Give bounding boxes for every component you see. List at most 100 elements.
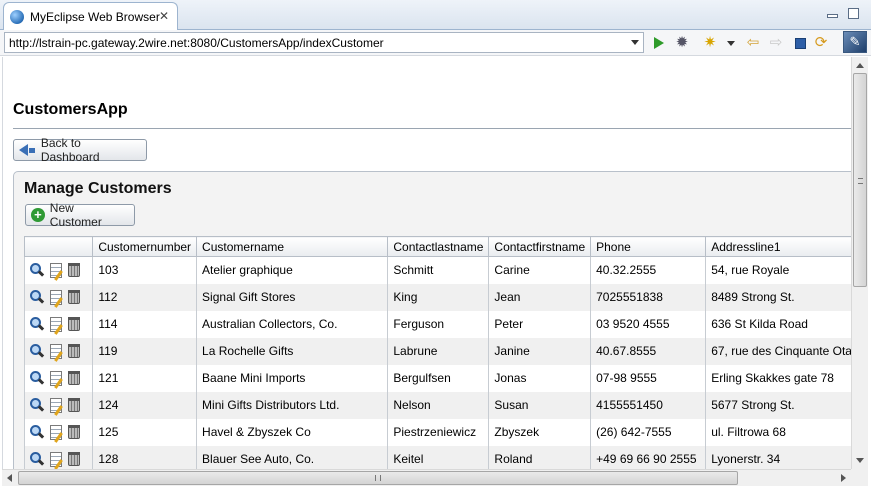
delete-icon[interactable]: [68, 344, 80, 358]
horizontal-scrollbar[interactable]: [2, 469, 851, 486]
cell-phone: 07-98 9555: [590, 364, 707, 392]
cell-addressline1: 5677 Strong St.: [705, 391, 851, 419]
url-text: http://lstrain-pc.gateway.2wire.net:8080…: [9, 35, 384, 50]
scrollbar-corner: [851, 469, 868, 486]
forward-icon[interactable]: ⇨: [768, 35, 784, 51]
star-icon[interactable]: ✷: [702, 35, 718, 51]
row-actions: [23, 256, 94, 284]
row-actions: [23, 391, 94, 419]
cell-phone: 40.32.2555: [590, 256, 707, 284]
cell-phone: 40.67.8555: [590, 337, 707, 365]
vertical-scrollbar[interactable]: [851, 57, 868, 469]
back-to-dashboard-button[interactable]: Back to Dashboard: [13, 136, 147, 164]
vertical-scroll-thumb[interactable]: [853, 73, 867, 287]
view-icon[interactable]: [30, 290, 44, 304]
new-customer-label: New Customer: [49, 201, 102, 229]
refresh-icon[interactable]: ⟳: [813, 35, 829, 51]
cell-addressline1: 54, rue Royale: [705, 256, 851, 284]
cell-customernumber: 103: [92, 256, 198, 284]
delete-icon[interactable]: [68, 371, 80, 385]
scroll-right-icon[interactable]: [841, 474, 846, 482]
cell-customernumber: 114: [92, 310, 198, 338]
go-icon[interactable]: [651, 35, 667, 51]
title-divider: [13, 128, 851, 129]
delete-icon[interactable]: [68, 263, 80, 278]
chevron-down-icon[interactable]: [723, 35, 739, 51]
view-icon[interactable]: [30, 398, 44, 412]
url-dropdown-icon[interactable]: [631, 40, 639, 45]
cell-addressline1: 636 St Kilda Road: [705, 310, 851, 338]
cell-contactfirstname: Susan: [488, 391, 592, 419]
page-title: CustomersApp: [13, 101, 128, 118]
page-viewport: CustomersApp Back to Dashboard Manage Cu…: [2, 57, 851, 469]
cell-addressline1: 67, rue des Cinquante Ota: [705, 337, 851, 365]
cell-customername: Australian Collectors, Co.: [196, 310, 389, 338]
back-icon[interactable]: ⇦: [745, 35, 761, 51]
delete-icon[interactable]: [68, 290, 80, 304]
cell-contactfirstname: Peter: [488, 310, 592, 338]
horizontal-scroll-thumb[interactable]: [18, 471, 738, 485]
view-icon[interactable]: [30, 263, 44, 277]
cell-contactfirstname: Zbyszek: [488, 418, 592, 446]
column-header-customernumber[interactable]: Customernumber: [92, 236, 198, 257]
cell-contactlastname: Nelson: [387, 391, 490, 419]
edit-icon[interactable]: [50, 451, 62, 467]
column-header-phone[interactable]: Phone: [590, 236, 707, 257]
cell-contactfirstname: Carine: [488, 256, 592, 284]
cell-customername: Blauer See Auto, Co.: [196, 445, 389, 469]
view-icon[interactable]: [30, 371, 44, 385]
browser-toolbar: http://lstrain-pc.gateway.2wire.net:8080…: [0, 30, 871, 56]
tab-bar: MyEclipse Web Browser ✕: [0, 0, 871, 30]
table-row: 124 Mini Gifts Distributors Ltd. Nelson Sus…: [23, 391, 851, 419]
cell-addressline1: Erling Skakkes gate 78: [705, 364, 851, 392]
cell-phone: 03 9520 4555: [590, 310, 707, 338]
delete-icon[interactable]: [68, 425, 80, 439]
maximize-button[interactable]: [848, 8, 859, 19]
back-to-dashboard-label: Back to Dashboard: [40, 136, 100, 164]
delete-icon[interactable]: [68, 452, 80, 466]
delete-icon[interactable]: [68, 398, 80, 412]
stop-icon[interactable]: [792, 35, 808, 51]
edit-icon[interactable]: [50, 343, 62, 359]
url-input[interactable]: http://lstrain-pc.gateway.2wire.net:8080…: [4, 32, 644, 53]
cell-phone: 7025551838: [590, 283, 707, 311]
tab-title: MyEclipse Web Browser: [30, 9, 160, 24]
view-icon[interactable]: [30, 425, 44, 439]
new-customer-button[interactable]: + New Customer: [25, 201, 135, 229]
row-actions: [23, 337, 94, 365]
cell-phone: +49 69 66 90 2555: [590, 445, 707, 469]
view-icon[interactable]: [30, 344, 44, 358]
table-row: 121 Baane Mini Imports Bergulfsen Jonas 07-9…: [23, 364, 851, 392]
cell-customername: Mini Gifts Distributors Ltd.: [196, 391, 389, 419]
manage-customers-panel: Manage Customers + New Customer Customer…: [13, 171, 851, 469]
column-header-contactlastname[interactable]: Contactlastname: [387, 236, 490, 257]
column-header-contactfirstname[interactable]: Contactfirstname: [488, 236, 592, 257]
table-row: 119 La Rochelle Gifts Labrune Janine 40.67.8…: [23, 337, 851, 365]
cell-customername: Atelier graphique: [196, 256, 389, 284]
cell-contactfirstname: Jonas: [488, 364, 592, 392]
browser-tab[interactable]: MyEclipse Web Browser ✕: [3, 2, 178, 30]
cell-contactlastname: Bergulfsen: [387, 364, 490, 392]
edit-icon[interactable]: [50, 424, 62, 440]
edit-icon[interactable]: [50, 316, 62, 332]
delete-icon[interactable]: [68, 317, 80, 331]
scroll-left-icon[interactable]: [7, 474, 12, 482]
row-actions: [23, 445, 94, 469]
view-icon[interactable]: [30, 452, 44, 466]
cell-addressline1: 8489 Strong St.: [705, 283, 851, 311]
minimize-button[interactable]: [827, 14, 838, 18]
column-header-customername[interactable]: Customername: [196, 236, 389, 257]
column-header-addressline1[interactable]: Addressline1: [705, 236, 851, 257]
view-icon[interactable]: [30, 317, 44, 331]
gear-icon[interactable]: ✹: [674, 35, 690, 51]
edit-icon[interactable]: [50, 397, 62, 413]
edit-icon[interactable]: [50, 262, 62, 278]
edit-icon[interactable]: [50, 289, 62, 305]
close-icon[interactable]: ✕: [159, 9, 169, 23]
scroll-down-icon[interactable]: [856, 458, 864, 463]
scroll-up-icon[interactable]: [856, 63, 864, 68]
cell-customername: Baane Mini Imports: [196, 364, 389, 392]
edit-icon[interactable]: [50, 370, 62, 386]
cell-contactlastname: Keitel: [387, 445, 490, 469]
table-row: 128 Blauer See Auto, Co. Keitel Roland +49 6…: [23, 445, 851, 469]
